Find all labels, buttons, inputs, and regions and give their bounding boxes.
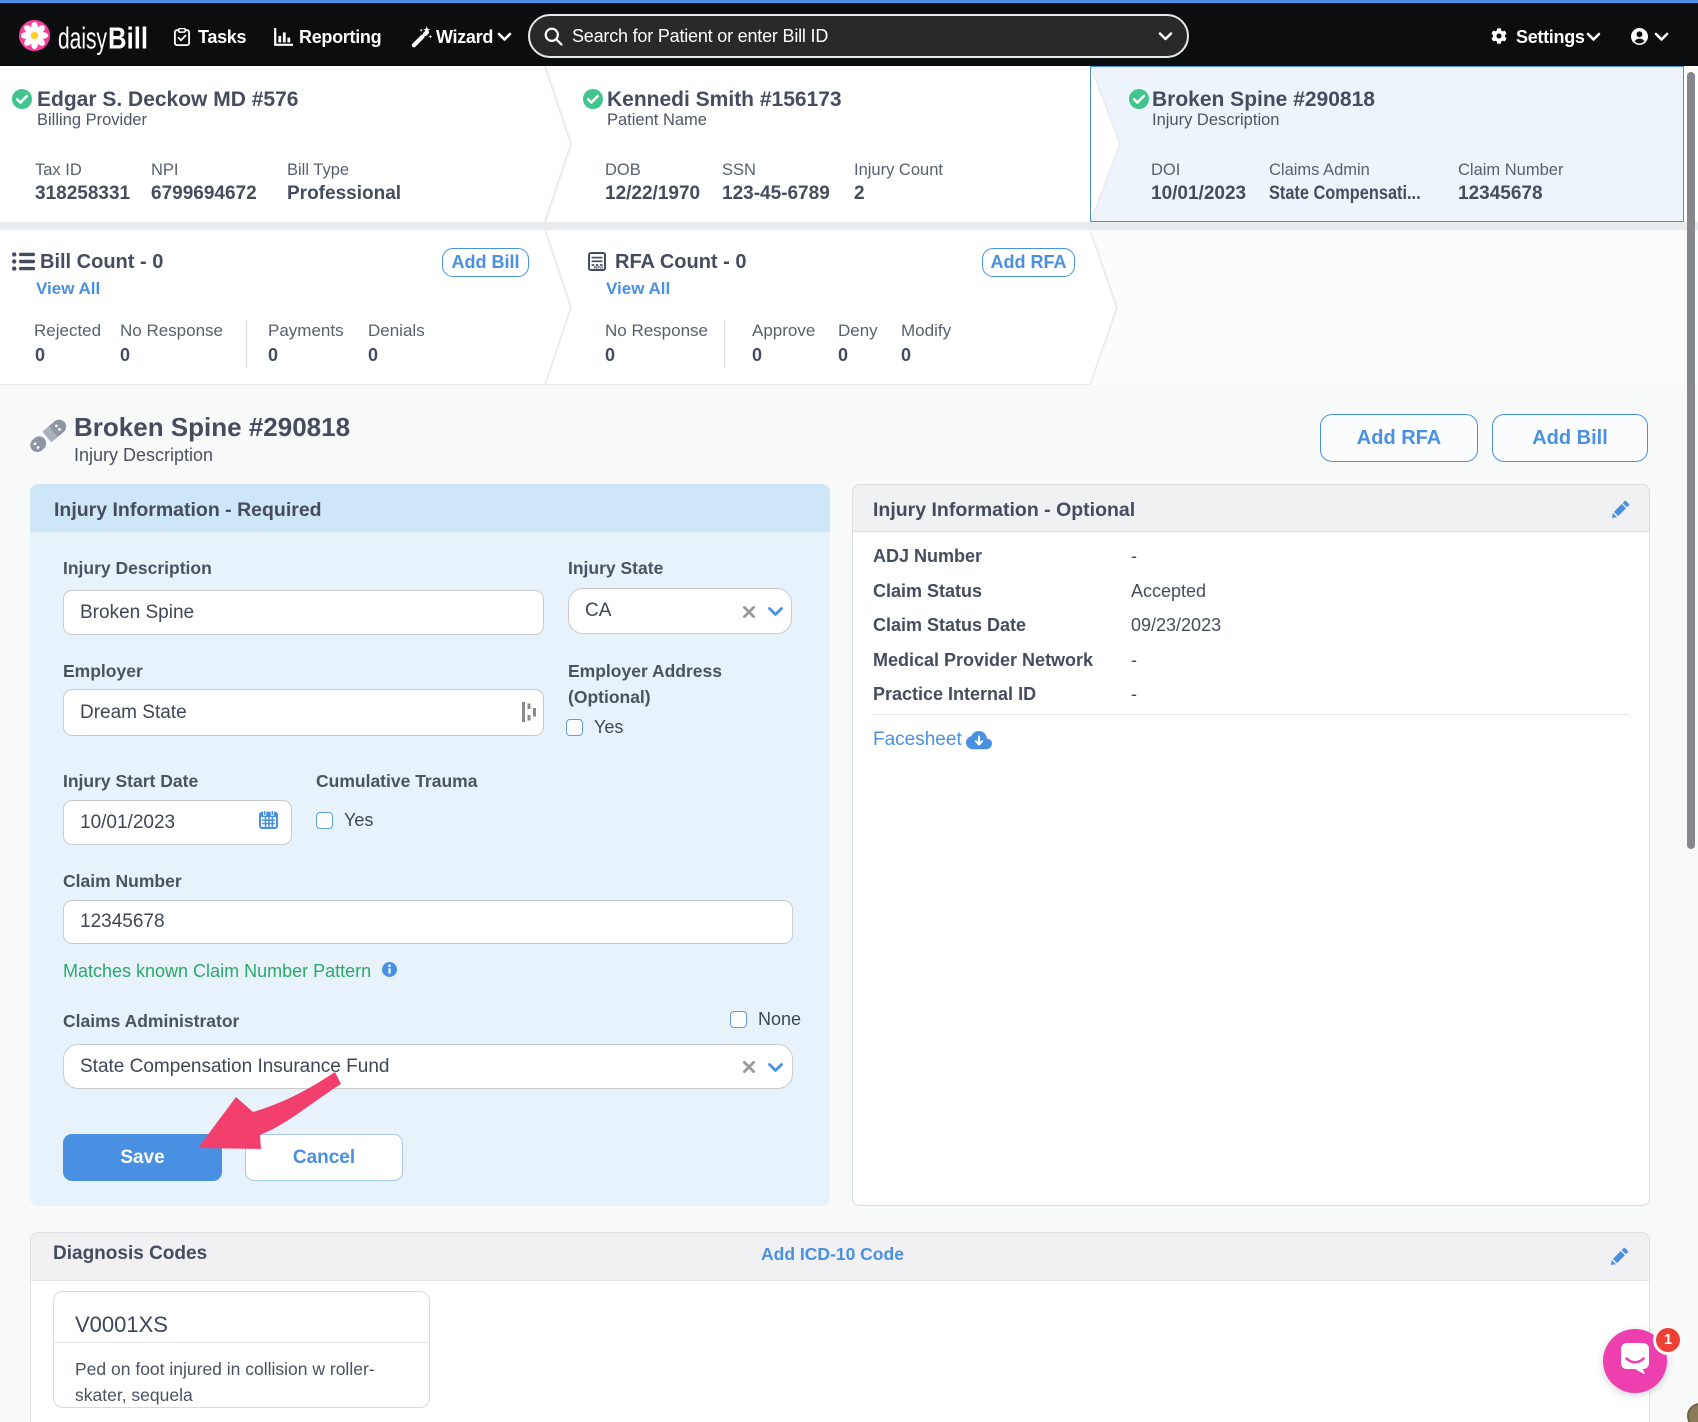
svg-text:RFA: RFA <box>594 265 604 270</box>
svg-text:daisy: daisy <box>58 22 108 56</box>
svg-text:Bill: Bill <box>108 22 148 56</box>
